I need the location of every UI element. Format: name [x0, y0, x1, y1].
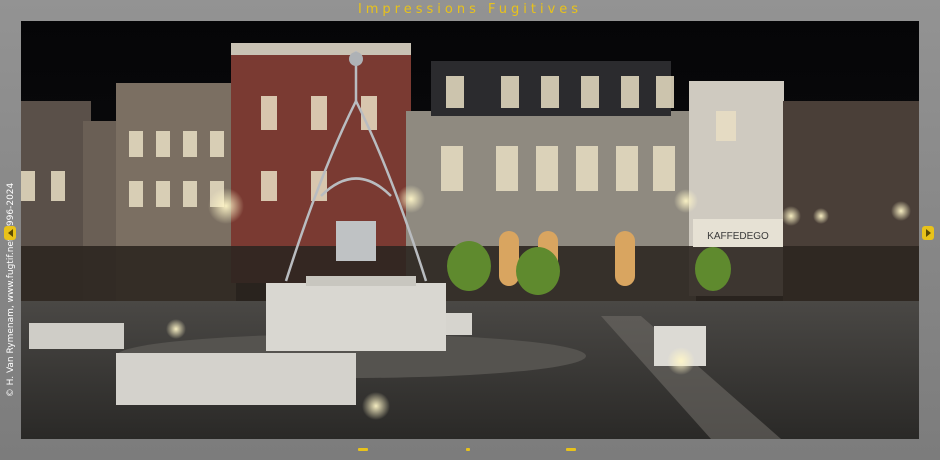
indicator-dot-active[interactable]: [466, 448, 470, 451]
chevron-right-icon: [925, 229, 931, 237]
copyright-credit: © H. Van Rymenam, www.fugtif.net, 1996-2…: [4, 170, 18, 410]
thumbnail-indicator-strip: [0, 446, 940, 454]
storefront-sign: KAFFEDEGO: [707, 231, 769, 242]
chevron-left-icon: [7, 229, 13, 237]
next-photo-button[interactable]: [922, 226, 934, 240]
previous-photo-button[interactable]: [4, 226, 16, 240]
indicator-dash[interactable]: [358, 448, 368, 451]
copyright-text: © H. Van Rymenam, www.fugtif.net, 1996-2…: [6, 182, 16, 398]
night-square-photo: KAFFEDEGO: [21, 21, 919, 439]
gallery-title: Impressions Fugitives: [357, 2, 583, 17]
photo-illustration: KAFFEDEGO: [21, 21, 919, 439]
indicator-dash[interactable]: [566, 448, 576, 451]
